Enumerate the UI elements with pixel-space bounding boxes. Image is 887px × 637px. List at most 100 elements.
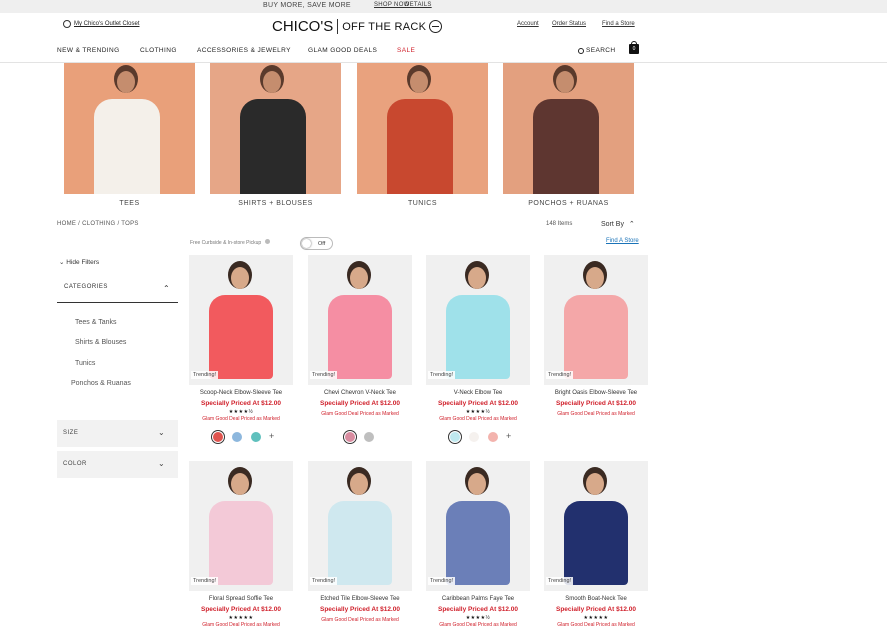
product-name[interactable]: Chevi Chevron V-Neck Tee <box>308 390 412 396</box>
trending-badge: Trending! <box>428 577 456 585</box>
category-label[interactable]: TEES <box>64 200 195 207</box>
color-swatch[interactable] <box>251 432 261 442</box>
more-colors-icon[interactable]: + <box>269 431 274 441</box>
filter-link-ponchos-ruanas[interactable]: Ponchos & Ruanas <box>71 380 131 387</box>
search-button[interactable]: SEARCH <box>578 47 616 54</box>
details-link[interactable]: DETAILS <box>405 2 432 8</box>
filter-link-tunics[interactable]: Tunics <box>75 360 95 367</box>
product-price: Specially Priced At $12.00 <box>556 606 636 613</box>
shopping-bag-icon[interactable]: 0 <box>629 41 639 54</box>
order-status-link[interactable]: Order Status <box>552 21 586 27</box>
hide-filters-button[interactable]: ⌄ Hide Filters <box>59 258 99 266</box>
product-garment <box>446 501 510 585</box>
product-garment <box>328 501 392 585</box>
chevron-up-icon: ⌃ <box>163 284 171 293</box>
product-name[interactable]: V-Neck Elbow Tee <box>426 390 530 396</box>
trending-badge: Trending! <box>428 371 456 379</box>
model-face <box>231 267 249 289</box>
product-image[interactable]: Trending! <box>426 461 530 591</box>
color-swatch[interactable] <box>450 432 460 442</box>
category-tile-image[interactable] <box>357 63 488 194</box>
product-name[interactable]: Etched Tile Elbow-Sleeve Tee <box>308 596 412 602</box>
model-face <box>350 473 368 495</box>
glam-deal-note: Glam Good Deal Priced as Marked <box>321 617 399 623</box>
product-image[interactable]: Trending! <box>544 255 648 385</box>
rating-stars: ★★★★★ <box>583 615 609 621</box>
closet-link-label: My Chico's Outlet Closet <box>74 21 140 27</box>
category-label[interactable]: SHIRTS + BLOUSES <box>210 200 341 207</box>
category-tile-image[interactable] <box>503 63 634 194</box>
nav-accessories-jewelry[interactable]: ACCESSORIES & JEWELRY <box>197 47 291 54</box>
glam-deal-note: Glam Good Deal Priced as Marked <box>321 411 399 417</box>
product-image[interactable]: Trending! <box>308 255 412 385</box>
glam-deal-note: Glam Good Deal Priced as Marked <box>439 416 517 422</box>
category-tile-image[interactable] <box>210 63 341 194</box>
categories-filter-header[interactable]: CATEGORIES ⌃ <box>57 276 178 303</box>
model-face <box>586 473 604 495</box>
nav-sale[interactable]: SALE <box>397 47 415 54</box>
product-price: Specially Priced At $12.00 <box>320 400 400 407</box>
color-swatch[interactable] <box>364 432 374 442</box>
color-filter[interactable]: COLOR ⌄ <box>57 451 178 478</box>
model-face <box>468 267 486 289</box>
product-garment <box>209 295 273 379</box>
more-colors-icon[interactable]: + <box>506 431 511 441</box>
glam-deal-note: Glam Good Deal Priced as Marked <box>202 622 280 628</box>
pickup-toggle[interactable]: Off <box>300 237 333 250</box>
product-name[interactable]: Bright Oasis Elbow-Sleeve Tee <box>544 390 648 396</box>
search-icon <box>578 47 584 54</box>
closet-link[interactable]: My Chico's Outlet Closet <box>63 20 140 28</box>
trending-badge: Trending! <box>191 371 219 379</box>
category-tile-image[interactable] <box>64 63 195 194</box>
account-link[interactable]: Account <box>517 21 539 27</box>
glam-deal-note: Glam Good Deal Priced as Marked <box>202 416 280 422</box>
rating-stars: ★★★★★ <box>228 615 254 621</box>
color-swatch[interactable] <box>345 432 355 442</box>
chevron-down-icon: ⌄ <box>158 459 166 468</box>
product-price: Specially Priced At $12.00 <box>556 400 636 407</box>
category-label[interactable]: PONCHOS + RUANAS <box>503 200 634 207</box>
find-store-link[interactable]: Find a Store <box>602 21 635 27</box>
sort-by-dropdown[interactable]: Sort By ⌃ <box>601 220 635 228</box>
rating-stars: ★★★★½ <box>228 409 254 415</box>
product-garment <box>446 295 510 379</box>
rating-stars: ★★★★½ <box>465 615 491 621</box>
product-image[interactable]: Trending! <box>189 461 293 591</box>
toggle-label: Off <box>318 241 326 247</box>
product-name[interactable]: Caribbean Palms Faye Tee <box>426 596 530 602</box>
chevron-down-icon: ⌄ <box>158 428 166 437</box>
product-name[interactable]: Floral Spread Soffie Tee <box>189 596 293 602</box>
color-swatch[interactable] <box>213 432 223 442</box>
product-price: Specially Priced At $12.00 <box>201 400 281 407</box>
product-image[interactable]: Trending! <box>189 255 293 385</box>
item-count: 148 Items <box>546 221 573 227</box>
color-swatch[interactable] <box>488 432 498 442</box>
model-face <box>586 267 604 289</box>
breadcrumb[interactable]: HOME / CLOTHING / TOPS <box>57 221 139 227</box>
find-a-store-link[interactable]: Find A Store <box>606 238 639 244</box>
product-image[interactable]: Trending! <box>308 461 412 591</box>
logo-sub: OFF THE RACK <box>342 20 427 33</box>
filter-link-tees-tanks[interactable]: Tees & Tanks <box>75 319 117 326</box>
model-face <box>468 473 486 495</box>
nav-glam-good-deals[interactable]: GLAM GOOD DEALS <box>308 47 377 54</box>
logo-divider <box>337 19 339 34</box>
nav-new-trending[interactable]: NEW & TRENDING <box>57 47 120 54</box>
sort-by-label: Sort By <box>601 221 624 228</box>
product-name[interactable]: Smooth Boat-Neck Tee <box>544 596 648 602</box>
product-image[interactable]: Trending! <box>426 255 530 385</box>
site-header: My Chico's Outlet Closet CHICO'S OFF THE… <box>0 13 887 63</box>
nav-clothing[interactable]: CLOTHING <box>140 47 177 54</box>
color-swatch[interactable] <box>232 432 242 442</box>
filter-link-shirts-blouses[interactable]: Shirts & Blouses <box>75 339 126 346</box>
logo-brand: CHICO'S <box>272 18 334 35</box>
site-logo[interactable]: CHICO'S OFF THE RACK <box>272 18 443 35</box>
trending-badge: Trending! <box>546 577 574 585</box>
trending-badge: Trending! <box>546 371 574 379</box>
size-filter[interactable]: SIZE ⌄ <box>57 420 178 447</box>
color-swatch[interactable] <box>469 432 479 442</box>
category-label[interactable]: TUNICS <box>357 200 488 207</box>
model-face <box>350 267 368 289</box>
product-name[interactable]: Scoop-Neck Elbow-Sleeve Tee <box>189 390 293 396</box>
product-image[interactable]: Trending! <box>544 461 648 591</box>
